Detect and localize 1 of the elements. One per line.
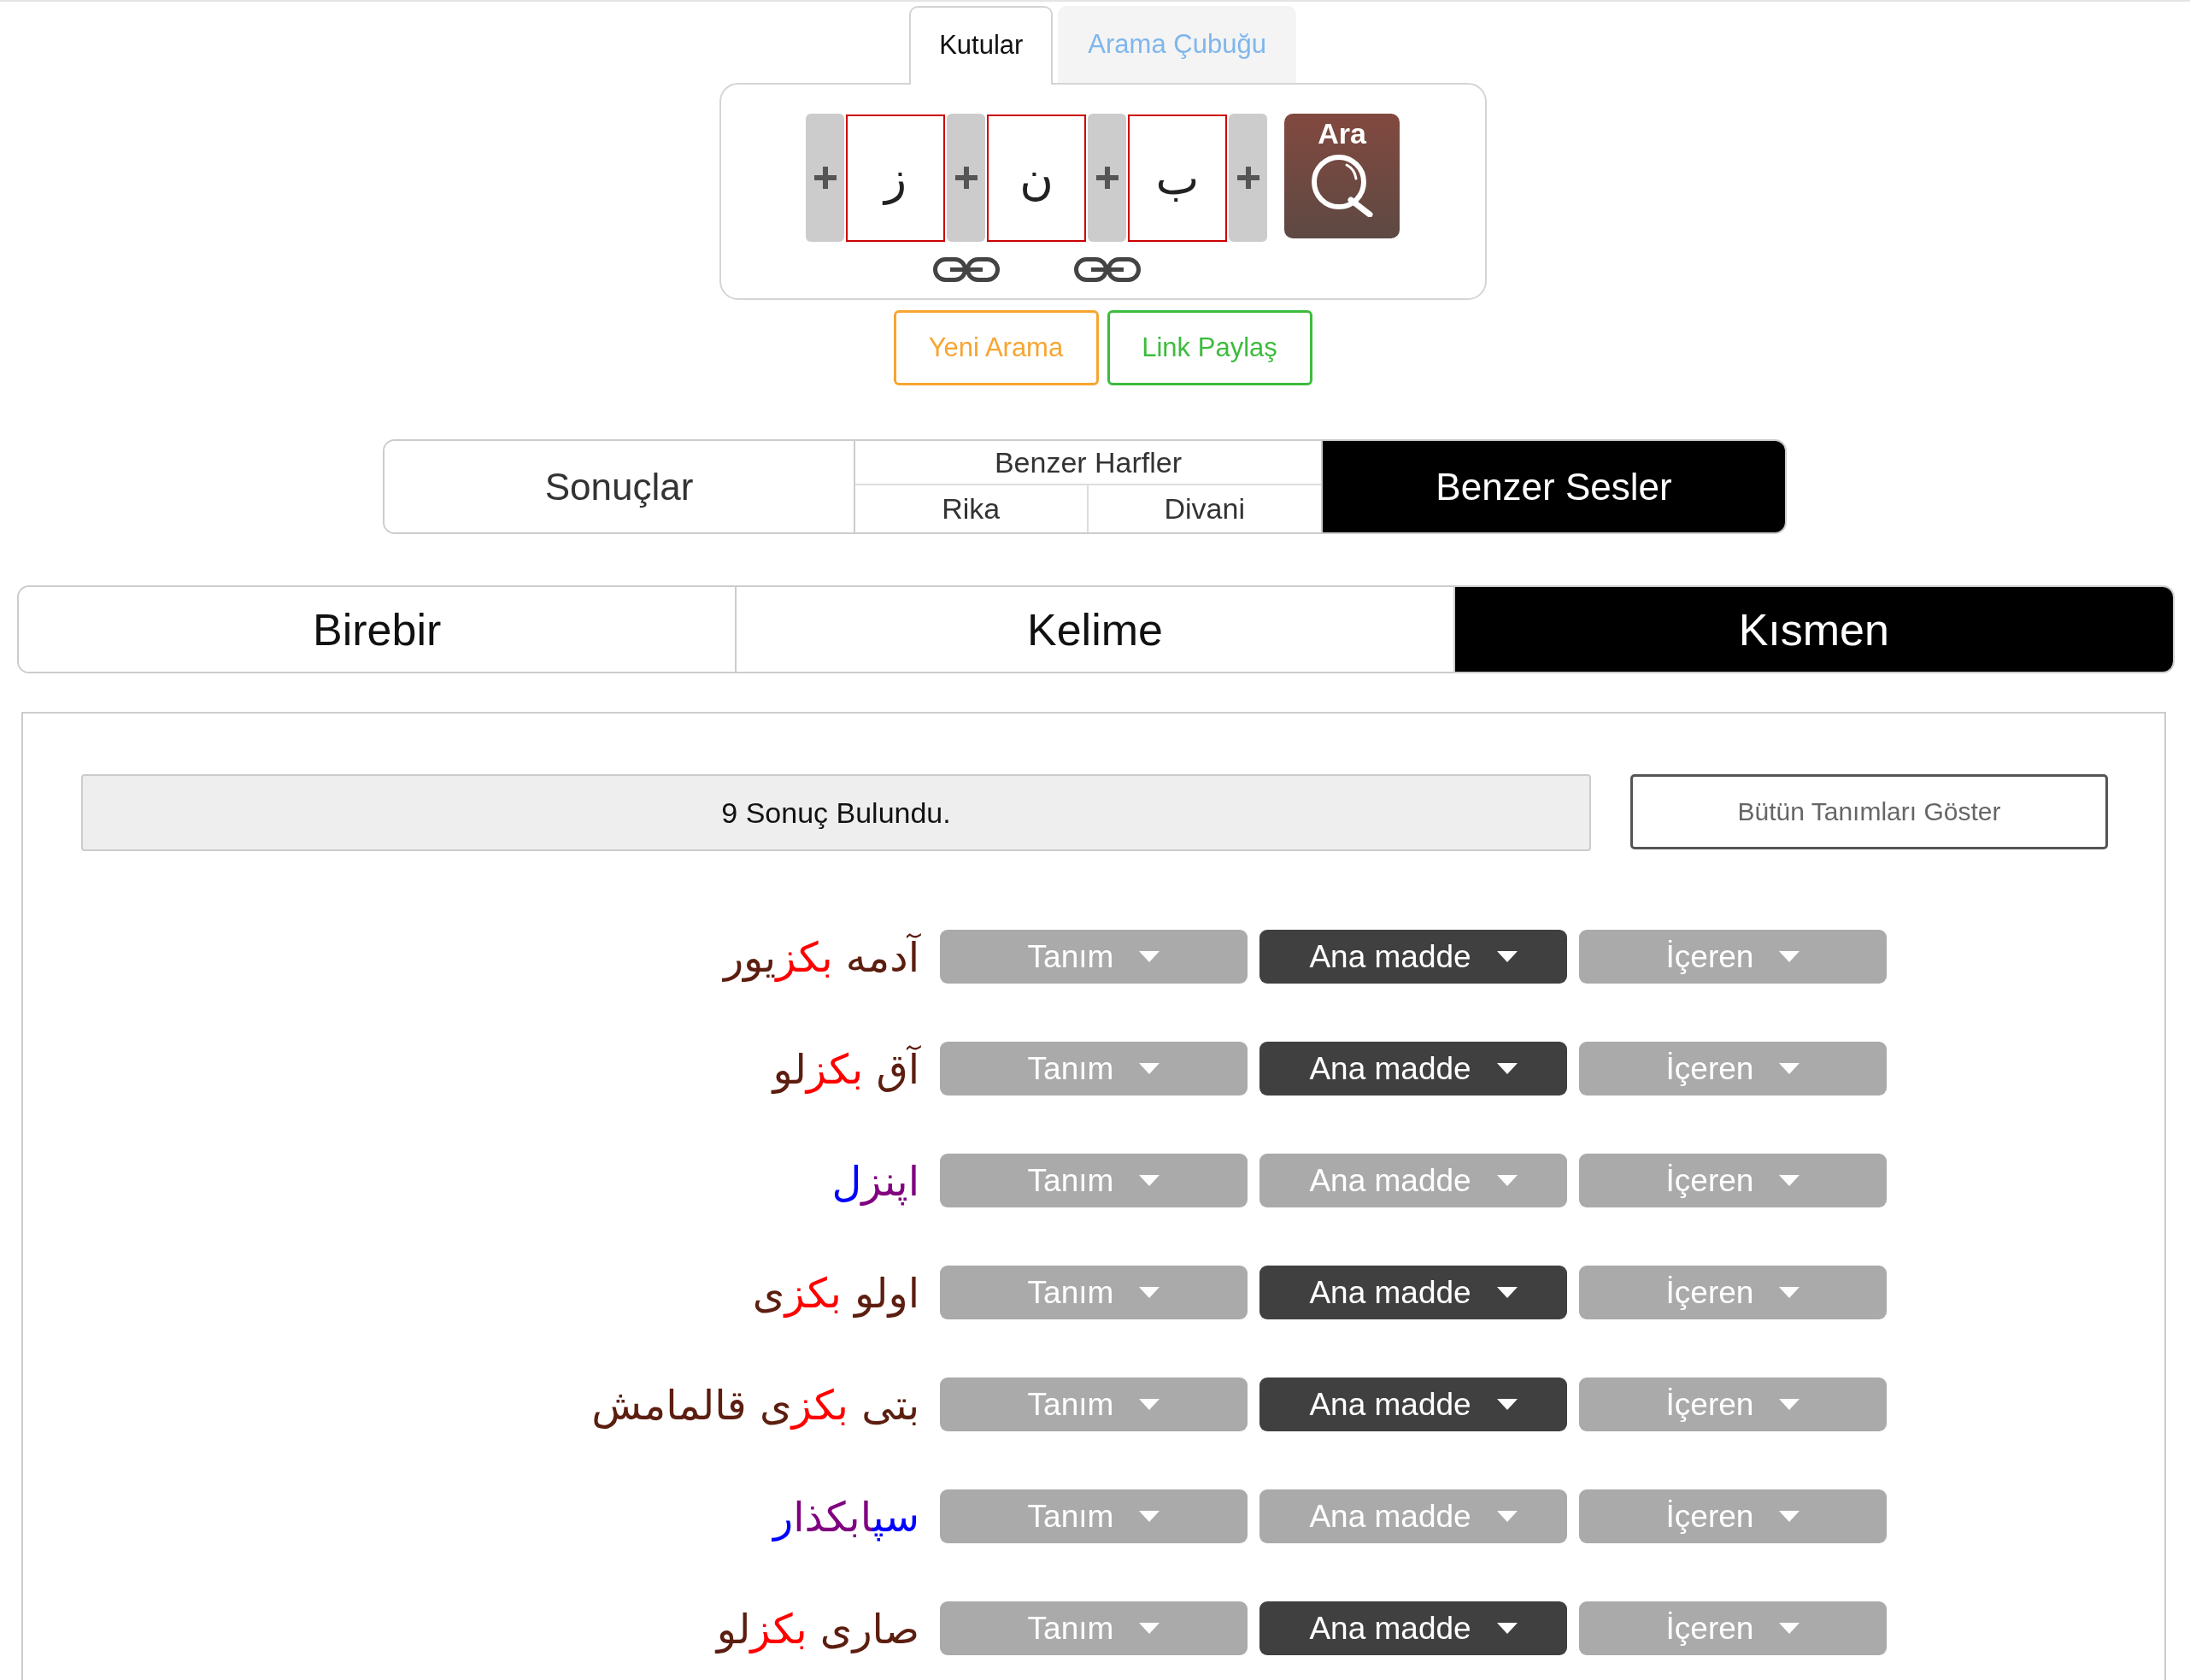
result-count: 9 Sonuç Bulundu. — [81, 774, 1591, 851]
